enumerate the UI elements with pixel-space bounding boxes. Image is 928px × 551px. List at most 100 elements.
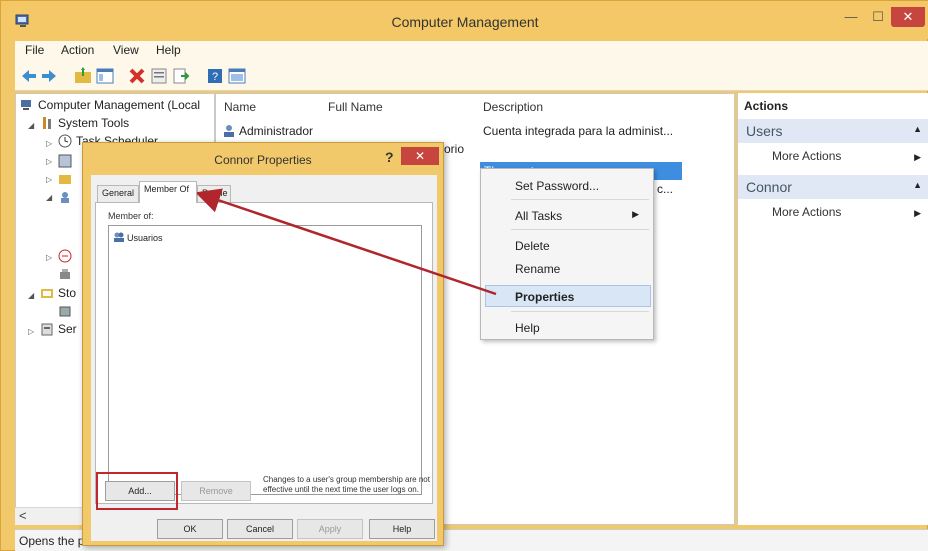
status-text: Opens the p: [19, 534, 85, 548]
column-header-full-name[interactable]: Full Name: [328, 100, 383, 114]
menu-separator: [511, 199, 649, 200]
user-description: c...: [657, 182, 674, 196]
menu-rename[interactable]: Rename: [515, 262, 560, 276]
tab-general[interactable]: General: [97, 185, 139, 202]
minimize-icon: —: [844, 9, 858, 24]
submenu-arrow-icon: ▶: [914, 208, 921, 218]
export-icon[interactable]: [171, 66, 191, 86]
delete-icon[interactable]: [127, 66, 147, 86]
disk-management-icon[interactable]: [58, 304, 72, 318]
up-folder-icon[interactable]: [73, 66, 93, 86]
column-header-name[interactable]: Name: [224, 100, 256, 114]
help-icon[interactable]: ?: [385, 149, 394, 165]
device-manager-icon[interactable]: [58, 267, 72, 281]
menu-help[interactable]: Help: [515, 321, 540, 335]
tree-services[interactable]: Ser: [40, 322, 77, 340]
cancel-button[interactable]: Cancel: [227, 519, 293, 539]
user-icon: [224, 125, 234, 137]
context-menu: Set Password... All Tasks ▶ Delete Renam…: [480, 168, 654, 340]
show-hide-tree-icon[interactable]: [95, 66, 115, 86]
menu-bar: File Action View Help: [15, 41, 928, 61]
menu-set-password[interactable]: Set Password...: [515, 179, 599, 193]
tab-profile[interactable]: Profile: [197, 185, 231, 202]
collapse-icon[interactable]: ◢: [28, 291, 36, 301]
window-title: Computer Management: [391, 14, 539, 30]
user-full-name-partial: orio: [444, 142, 465, 156]
expand-icon[interactable]: ▷: [28, 327, 36, 337]
computer-management-icon: [21, 100, 31, 110]
close-icon: ✕: [902, 9, 914, 24]
storage-icon: [41, 289, 53, 298]
menu-separator: [511, 229, 649, 230]
group-name: Usuarios: [127, 233, 163, 243]
membership-note: Changes to a user's group membership are…: [263, 475, 430, 494]
member-of-panel: Member of: Usuarios: [95, 202, 433, 504]
title-bar[interactable]: Computer Management — ☐ ✕: [1, 1, 928, 39]
member-of-label: Member of:: [108, 211, 154, 221]
tree-system-tools[interactable]: System Tools: [40, 116, 129, 134]
help-button[interactable]: Help: [369, 519, 435, 539]
shared-folders-icon[interactable]: [58, 172, 72, 186]
tree-root[interactable]: Computer Management (Local: [20, 98, 200, 116]
tree-root-label: Computer Management (Local: [38, 98, 201, 112]
actions-header: Actions: [744, 99, 789, 113]
add-button-highlight-box: [96, 472, 178, 510]
svg-text:?: ?: [212, 71, 218, 83]
menu-view[interactable]: View: [113, 43, 139, 57]
expand-icon[interactable]: ▷: [46, 157, 54, 167]
tab-member-of[interactable]: Member Of: [139, 181, 197, 203]
menu-help[interactable]: Help: [156, 43, 181, 57]
forward-icon[interactable]: [39, 66, 59, 86]
list-item[interactable]: Administrador: [222, 124, 313, 138]
menu-delete[interactable]: Delete: [515, 239, 550, 253]
actions-section-connor[interactable]: Connor ▲: [738, 175, 928, 199]
list-item[interactable]: Usuarios: [113, 231, 163, 243]
expand-icon[interactable]: ▷: [46, 253, 54, 263]
apply-button[interactable]: Apply: [297, 519, 363, 539]
menu-action[interactable]: Action: [61, 43, 94, 57]
console-icon[interactable]: [227, 66, 247, 86]
collapse-icon[interactable]: ▲: [913, 124, 922, 134]
actions-pane: Actions Users ▲ More Actions ▶ Connor ▲ …: [737, 93, 928, 525]
more-actions-link[interactable]: More Actions: [772, 149, 841, 163]
back-icon[interactable]: [19, 66, 39, 86]
collapse-icon[interactable]: ▲: [913, 180, 922, 190]
more-actions-link[interactable]: More Actions: [772, 205, 841, 219]
expand-icon[interactable]: ▷: [46, 175, 54, 185]
event-viewer-icon[interactable]: [58, 154, 72, 168]
tree-storage-label: Sto: [58, 286, 77, 300]
menu-properties[interactable]: Properties: [515, 290, 574, 304]
remove-button[interactable]: Remove: [181, 481, 251, 501]
ok-button[interactable]: OK: [157, 519, 223, 539]
tree-services-label: Ser: [58, 322, 77, 336]
actions-section-title: Connor: [746, 179, 792, 195]
properties-icon[interactable]: [149, 66, 169, 86]
minimize-button[interactable]: —: [837, 7, 865, 27]
performance-icon[interactable]: [58, 249, 72, 263]
dialog-close-button[interactable]: ✕: [401, 147, 439, 165]
collapse-icon[interactable]: ◢: [46, 193, 54, 203]
clock-icon: [58, 134, 72, 148]
expand-icon[interactable]: ▷: [46, 139, 54, 149]
collapse-icon[interactable]: ◢: [28, 121, 36, 131]
scroll-left-icon[interactable]: <: [19, 508, 27, 523]
column-header-description[interactable]: Description: [483, 100, 543, 114]
user-name: Administrador: [239, 124, 314, 138]
tree-storage[interactable]: Sto: [40, 286, 76, 304]
local-users-groups-icon[interactable]: [58, 190, 72, 204]
close-button[interactable]: ✕: [891, 7, 925, 27]
menu-all-tasks[interactable]: All Tasks: [515, 209, 562, 223]
menu-file[interactable]: File: [25, 43, 44, 57]
group-icon: [114, 232, 124, 242]
maximize-icon: ☐: [872, 9, 884, 24]
menu-separator: [511, 311, 649, 312]
actions-section-users[interactable]: Users ▲: [738, 119, 928, 143]
member-of-list[interactable]: Usuarios: [108, 225, 422, 495]
services-icon: [41, 323, 53, 336]
user-description: Cuenta integrada para la administ...: [483, 124, 674, 138]
close-icon: ✕: [414, 149, 426, 163]
help-icon[interactable]: ?: [205, 66, 225, 86]
maximize-button[interactable]: ☐: [865, 7, 891, 27]
actions-section-title: Users: [746, 123, 783, 139]
system-tools-icon: [43, 117, 51, 129]
